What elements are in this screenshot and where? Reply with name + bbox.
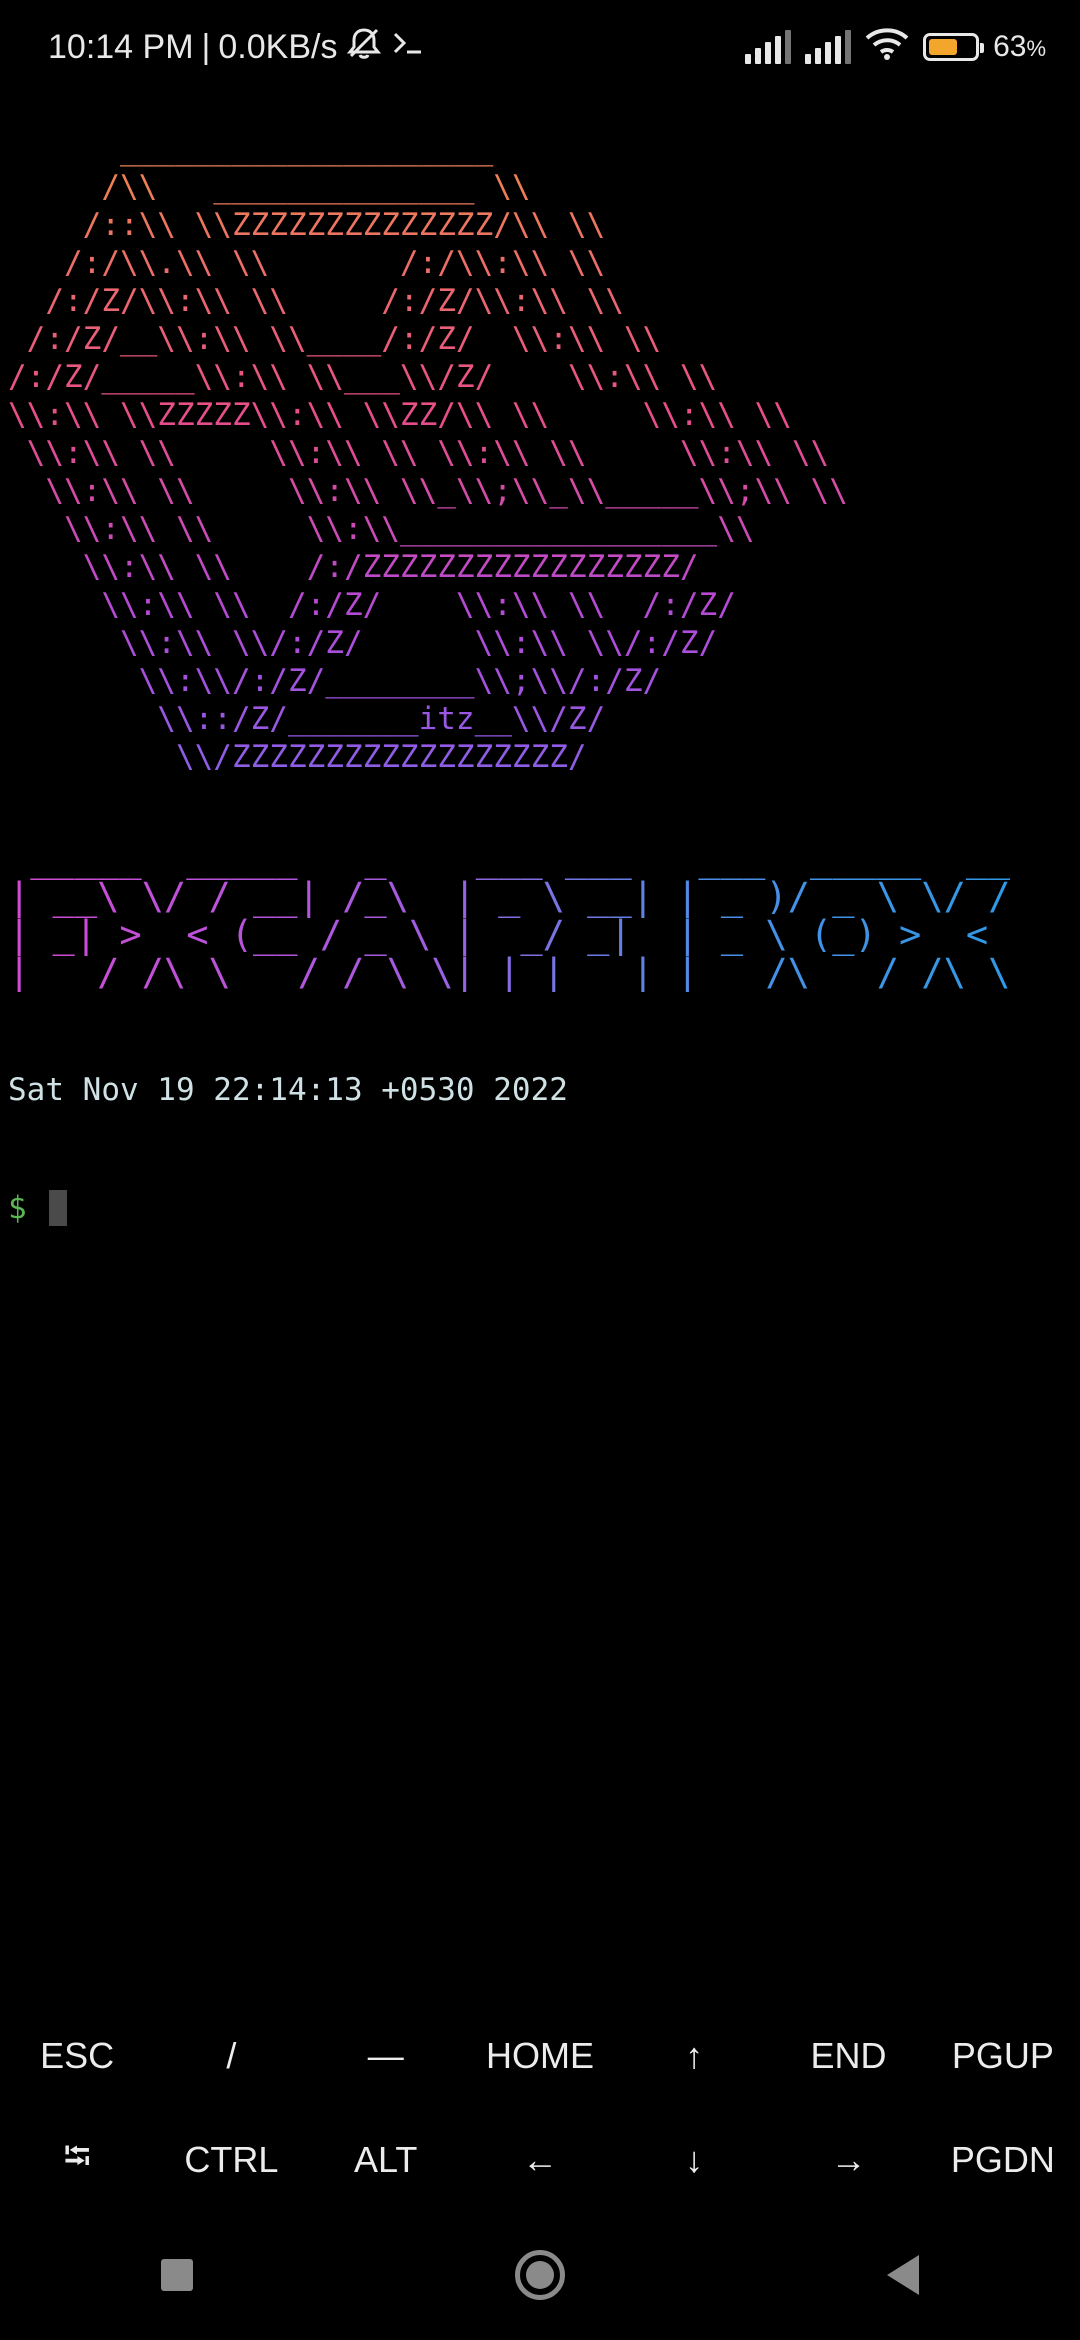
date-output: Sat Nov 19 22:14:13 +0530 2022	[8, 1072, 568, 1108]
key-slash[interactable]: /	[154, 2035, 308, 2077]
key-esc[interactable]: ESC	[0, 2035, 154, 2077]
key-dash[interactable]: —	[309, 2035, 463, 2077]
status-right: 63%	[745, 26, 1046, 68]
key-up-arrow[interactable]: ↑	[617, 2035, 771, 2077]
extra-keys-row-1: ESC / — HOME ↑ END PGUP	[0, 2004, 1080, 2108]
key-alt[interactable]: ALT	[309, 2139, 463, 2181]
wifi-icon	[865, 26, 909, 68]
key-left-arrow[interactable]: ←	[463, 2139, 617, 2181]
text-cursor	[48, 1190, 67, 1226]
key-right-arrow[interactable]: →	[771, 2139, 925, 2181]
key-down-arrow[interactable]: ↓	[617, 2139, 771, 2181]
back-icon[interactable]	[887, 2255, 919, 2295]
status-bar: 10:14 PM | 0.0KB/s 63%	[0, 0, 1080, 100]
key-ctrl[interactable]: CTRL	[154, 2139, 308, 2181]
home-icon[interactable]	[515, 2250, 565, 2300]
bell-off-icon	[345, 26, 383, 69]
status-separator: |	[201, 28, 211, 66]
battery-fill	[929, 39, 957, 55]
status-left: 10:14 PM | 0.0KB/s	[48, 26, 425, 69]
ascii-logo: ____________________ /\\ ______________ …	[8, 131, 848, 775]
key-pgup[interactable]: PGUP	[926, 2035, 1080, 2077]
battery-icon	[923, 33, 985, 61]
shell-prompt[interactable]: $	[8, 1190, 67, 1226]
signal-icon	[805, 30, 852, 64]
ascii-banner: _____ _____ _ ___ ___ ___ _____ __ | __\…	[8, 837, 1011, 994]
net-speed: 0.0KB/s	[218, 28, 338, 66]
clock: 10:14 PM	[48, 28, 194, 66]
key-home[interactable]: HOME	[463, 2035, 617, 2077]
extra-keys-bar: ESC / — HOME ↑ END PGUP ⭾ CTRL ALT ← ↓ →…	[0, 2004, 1080, 2212]
key-tab[interactable]: ⭾	[0, 2130, 154, 2191]
battery-percent: 63%	[993, 30, 1046, 63]
system-nav-bar	[0, 2220, 1080, 2330]
signal-icon	[745, 30, 792, 64]
prompt-symbol: $	[8, 1190, 27, 1226]
key-end[interactable]: END	[771, 2035, 925, 2077]
recents-icon[interactable]	[161, 2259, 193, 2291]
extra-keys-row-2: ⭾ CTRL ALT ← ↓ → PGDN	[0, 2108, 1080, 2212]
terminal-icon	[391, 28, 425, 67]
key-pgdn[interactable]: PGDN	[926, 2139, 1080, 2181]
